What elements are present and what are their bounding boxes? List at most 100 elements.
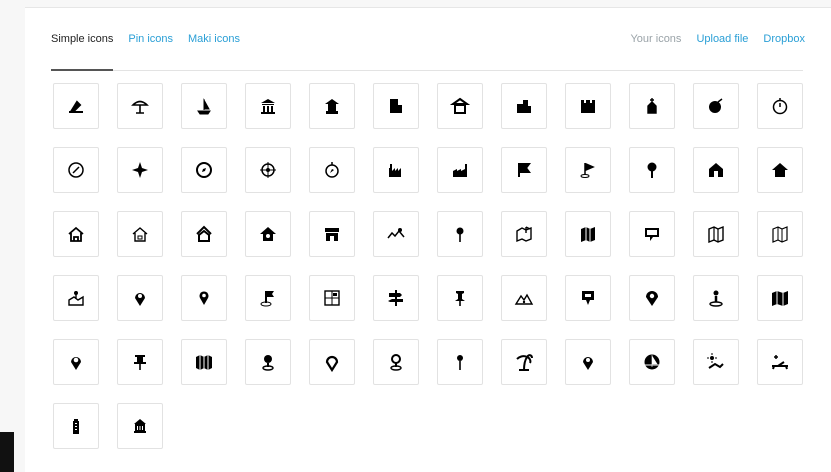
- icon-tile[interactable]: [117, 339, 163, 385]
- icon-tile[interactable]: [309, 147, 355, 193]
- map-folded-icon: [581, 227, 595, 242]
- icon-tile[interactable]: [53, 83, 99, 129]
- icon-tile[interactable]: [629, 339, 675, 385]
- icon-tile[interactable]: [309, 211, 355, 257]
- icon-tile[interactable]: [437, 83, 483, 129]
- map-location-icon: [516, 226, 532, 243]
- icon-tile[interactable]: [117, 275, 163, 321]
- icon-tile[interactable]: [117, 83, 163, 129]
- home-heart-icon: [260, 227, 276, 241]
- icon-tile[interactable]: [181, 147, 227, 193]
- icon-tile[interactable]: [181, 211, 227, 257]
- icon-tile[interactable]: [309, 339, 355, 385]
- storefront-icon: [325, 228, 339, 241]
- icon-picker-panel: Simple icons Pin icons Maki icons Your i…: [25, 7, 831, 472]
- location-pin-icon: [646, 291, 658, 306]
- icon-tile[interactable]: [629, 211, 675, 257]
- government-building-icon: [134, 419, 146, 433]
- upload-file-link[interactable]: Upload file: [696, 33, 748, 45]
- icon-tile[interactable]: [757, 211, 803, 257]
- tab-maki-icons[interactable]: Maki icons: [188, 33, 240, 45]
- icon-tile[interactable]: [373, 211, 419, 257]
- icon-tile[interactable]: [757, 147, 803, 193]
- icon-tile[interactable]: [501, 275, 547, 321]
- factory-alt-icon: [453, 164, 467, 177]
- tabs-divider: [51, 70, 803, 71]
- pushpin-icon: [456, 227, 464, 242]
- signpost-icon: [388, 290, 403, 306]
- left-edge-bar: [0, 432, 14, 472]
- icon-tile[interactable]: [437, 339, 483, 385]
- sun-lounger-icon: [707, 353, 724, 369]
- beach-icon: [131, 100, 149, 114]
- icon-tile[interactable]: [53, 339, 99, 385]
- source-tabs: Your icons Upload file Dropbox: [630, 33, 805, 45]
- icon-tile[interactable]: [181, 339, 227, 385]
- icon-tile[interactable]: [501, 339, 547, 385]
- icon-tile[interactable]: [693, 275, 739, 321]
- location-dot-icon: [262, 355, 274, 371]
- bank-icon: [261, 99, 275, 114]
- icon-tile[interactable]: [373, 275, 419, 321]
- icon-tile[interactable]: [565, 83, 611, 129]
- icon-tile[interactable]: [693, 211, 739, 257]
- icon-tile[interactable]: [629, 83, 675, 129]
- icon-tile[interactable]: [501, 147, 547, 193]
- icon-tile[interactable]: [245, 147, 291, 193]
- home-outline-icon: [68, 226, 84, 242]
- icon-tile[interactable]: [437, 211, 483, 257]
- icon-tile[interactable]: [117, 403, 163, 449]
- palm-tree-icon: [516, 354, 533, 371]
- icon-tile[interactable]: [565, 147, 611, 193]
- icon-tile[interactable]: [757, 83, 803, 129]
- icon-tile[interactable]: [245, 339, 291, 385]
- icon-tile[interactable]: [437, 147, 483, 193]
- icon-tile[interactable]: [373, 339, 419, 385]
- icon-tile[interactable]: [629, 147, 675, 193]
- map-solid-icon: [772, 291, 788, 306]
- icon-tile[interactable]: [437, 275, 483, 321]
- map-columns-icon: [196, 355, 212, 370]
- icon-tile[interactable]: [501, 83, 547, 129]
- icon-tile[interactable]: [629, 275, 675, 321]
- icon-tile[interactable]: [373, 147, 419, 193]
- icon-tile[interactable]: [245, 275, 291, 321]
- stopwatch-icon: [772, 98, 788, 115]
- icon-tile[interactable]: [181, 275, 227, 321]
- tab-simple-icons[interactable]: Simple icons: [51, 33, 113, 45]
- icon-tile[interactable]: [757, 339, 803, 385]
- icon-tile[interactable]: [245, 211, 291, 257]
- icon-tile[interactable]: [53, 275, 99, 321]
- home-alt-outline-icon: [132, 227, 148, 242]
- icon-tile[interactable]: [565, 211, 611, 257]
- icon-tile[interactable]: [181, 83, 227, 129]
- icon-tile[interactable]: [693, 147, 739, 193]
- icon-tile[interactable]: [309, 275, 355, 321]
- icon-tile[interactable]: [693, 339, 739, 385]
- dropbox-link[interactable]: Dropbox: [763, 33, 805, 45]
- icon-tile[interactable]: [565, 275, 611, 321]
- sail-icon: [644, 354, 660, 370]
- icon-tile[interactable]: [757, 275, 803, 321]
- icon-tile[interactable]: [53, 403, 99, 449]
- icon-tile[interactable]: [309, 83, 355, 129]
- map-pin-icon: [647, 162, 657, 178]
- compass-rose-icon: [132, 162, 148, 178]
- tab-pin-icons[interactable]: Pin icons: [128, 33, 173, 45]
- icon-tile[interactable]: [501, 211, 547, 257]
- factory-icon: [389, 164, 401, 177]
- icon-tile[interactable]: [117, 147, 163, 193]
- icon-tile[interactable]: [53, 147, 99, 193]
- icon-tile[interactable]: [693, 83, 739, 129]
- icon-tile[interactable]: [565, 339, 611, 385]
- icon-tile[interactable]: [373, 83, 419, 129]
- route-map-icon: [387, 228, 405, 239]
- icon-tile[interactable]: [245, 83, 291, 129]
- flag-pin-icon: [260, 291, 274, 307]
- icon-tile[interactable]: [53, 211, 99, 257]
- flag-icon: [518, 163, 531, 177]
- temple-icon: [450, 97, 470, 114]
- tab-your-icons[interactable]: Your icons: [630, 33, 681, 45]
- icon-tile[interactable]: [117, 211, 163, 257]
- pin-outline-icon: [325, 355, 339, 372]
